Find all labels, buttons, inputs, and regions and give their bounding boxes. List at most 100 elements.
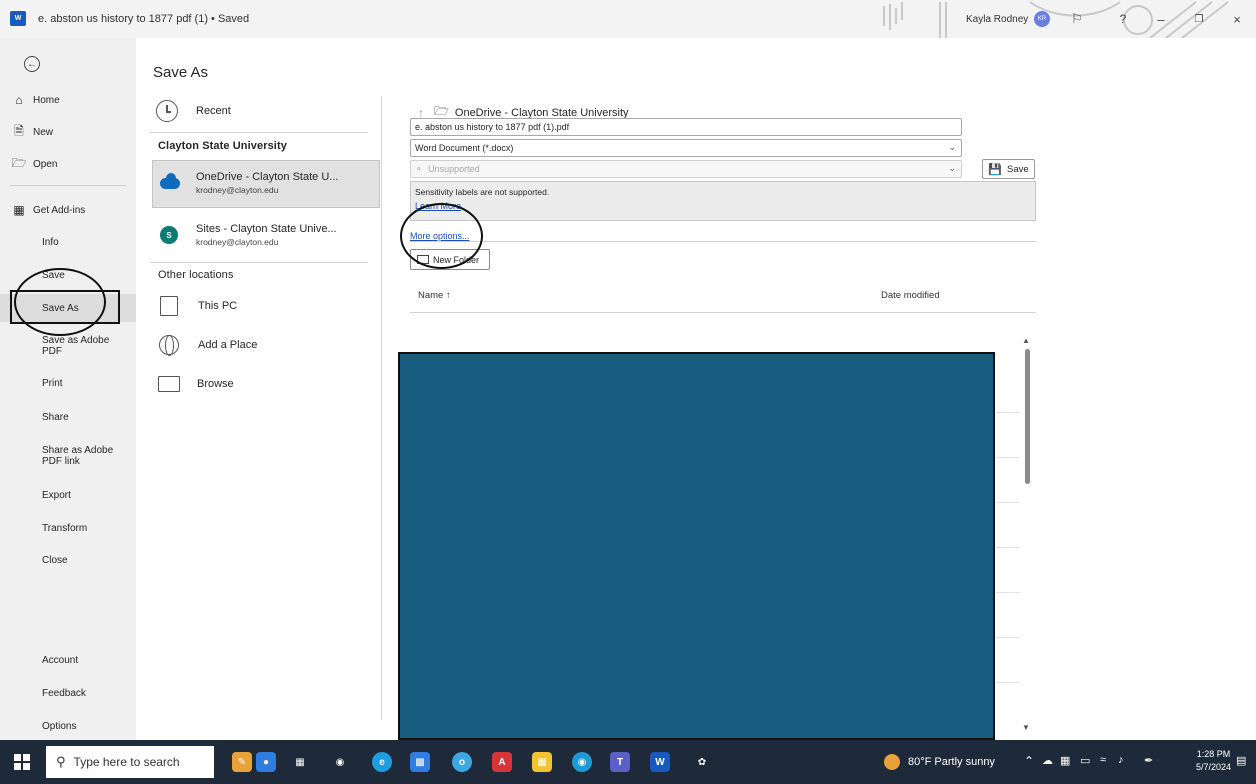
windows-start-icon[interactable] [14, 754, 30, 770]
filetype-select[interactable]: Word Document (*.docx) ⌄ [410, 139, 962, 157]
nav-info[interactable]: Info [0, 228, 136, 256]
pinned-app-icon[interactable]: ✎ [232, 752, 252, 772]
nav-info-label: Info [42, 236, 59, 248]
sensitivity-message: Sensitivity labels are not supported. [415, 187, 550, 197]
add-ins-icon: ▦ [13, 203, 25, 217]
onedrive-cloud-icon [160, 172, 180, 189]
nav-export[interactable]: Export [0, 481, 136, 509]
pinned-app-icon[interactable]: ✿ [692, 752, 712, 772]
weather-text[interactable]: 80°F Partly sunny [908, 756, 995, 768]
notifications-icon[interactable]: ▤ [1236, 754, 1246, 767]
nav-options[interactable]: Options [0, 712, 136, 740]
chrome-icon[interactable]: ◉ [572, 752, 592, 772]
header-divider [410, 312, 1036, 313]
nav-open[interactable]: 🗁 Open [0, 150, 136, 178]
restore-icon[interactable]: ❐ [1190, 10, 1208, 28]
word-logo-icon: W [10, 11, 26, 26]
open-folder-icon: 🗁 [11, 155, 27, 170]
browse-label: Browse [197, 378, 234, 390]
breadcrumb-path[interactable]: OneDrive - Clayton State University [455, 107, 629, 119]
onedrive-tray-icon[interactable]: ☁ [1042, 754, 1053, 767]
wifi-icon[interactable]: ≈ [1100, 754, 1106, 766]
this-pc-label: This PC [198, 300, 238, 312]
save-button[interactable]: 💾 Save [982, 159, 1035, 179]
list-row-line [996, 547, 1020, 548]
column-header-date[interactable]: Date modified [881, 290, 940, 301]
back-arrow-icon[interactable]: ← [24, 56, 40, 72]
other-locations-title: Other locations [158, 269, 234, 281]
pen-icon[interactable]: ✒ [1144, 754, 1153, 767]
nav-home-label: Home [33, 94, 60, 106]
nav-feedback[interactable]: Feedback [0, 679, 136, 707]
cortana-icon[interactable]: ◉ [330, 752, 350, 772]
new-doc-icon: 🗎 [14, 123, 24, 138]
location-browse[interactable]: Browse [158, 376, 234, 392]
edge-icon[interactable]: e [372, 752, 392, 772]
list-row-line [996, 502, 1020, 503]
org-section-title: Clayton State University [158, 140, 287, 152]
volume-icon[interactable]: ♪ [1118, 754, 1124, 766]
battery-icon[interactable]: ▭ [1080, 754, 1090, 767]
clock-date: 5/7/2024 [1196, 762, 1232, 772]
nav-save-as-adobe-pdf[interactable]: Save as Adobe PDF [0, 331, 136, 361]
taskbar-clock[interactable]: 1:28 PM 5/7/2024 [1196, 748, 1231, 774]
nav-print[interactable]: Print [0, 369, 136, 397]
nav-feedback-label: Feedback [42, 687, 86, 699]
acrobat-icon[interactable]: A [492, 752, 512, 772]
weather-icon[interactable] [884, 754, 900, 770]
clock-time: 1:28 PM [1196, 749, 1231, 759]
nav-divider [10, 185, 126, 186]
nav-get-add-ins[interactable]: ▦ Get Add-ins [0, 196, 136, 224]
location-onedrive-content[interactable]: OneDrive - Clayton State U... krodney@cl… [160, 171, 338, 195]
globe-icon [159, 335, 179, 356]
nav-new[interactable]: 🗎 New [0, 118, 136, 146]
nav-export-label: Export [42, 489, 71, 501]
sensitivity-message-box: Sensitivity labels are not supported. Le… [410, 181, 1036, 221]
avatar[interactable]: KR [1034, 11, 1050, 27]
file-explorer-icon[interactable]: ▦ [532, 752, 552, 772]
nav-transform[interactable]: Transform [0, 514, 136, 542]
save-as-pane: Save As Recent Clayton State University … [136, 38, 1256, 740]
sharepoint-icon: S [160, 226, 178, 244]
nav-account[interactable]: Account [0, 646, 136, 674]
tray-app-icon[interactable]: ▦ [1060, 754, 1070, 767]
sensitivity-value: Unsupported [428, 164, 480, 174]
scrollbar-thumb[interactable] [1025, 349, 1030, 484]
title-bar: W e. abston us history to 1877 pdf (1) •… [0, 0, 1256, 38]
scroll-up-arrow-icon[interactable]: ▲ [1022, 336, 1030, 345]
add-place-label: Add a Place [198, 339, 258, 351]
onedrive-title: OneDrive - Clayton State U... [196, 171, 339, 183]
help-icon[interactable]: ? [1114, 10, 1132, 28]
minimize-icon[interactable]: – [1152, 10, 1170, 28]
scroll-down-arrow-icon[interactable]: ▼ [1022, 723, 1030, 732]
location-sites[interactable]: S Sites - Clayton State Unive... krodney… [160, 223, 337, 247]
nav-share[interactable]: Share [0, 403, 136, 431]
nav-open-label: Open [33, 158, 58, 170]
filename-input[interactable]: e. abston us history to 1877 pdf (1).pdf [410, 118, 962, 136]
location-recent[interactable]: Recent [156, 100, 231, 122]
taskbar: ⚲ Type here to search ✎ ● ▦ ◉ e ▩ o A ▦ … [0, 740, 1256, 784]
teams-icon[interactable]: T [610, 752, 630, 772]
sensitivity-icon: ⚬ [415, 164, 423, 174]
taskbar-search[interactable]: ⚲ Type here to search [46, 746, 214, 778]
pinned-app-icon[interactable]: ● [256, 752, 276, 772]
column-header-name[interactable]: Name ↑ [418, 290, 451, 301]
close-icon[interactable]: × [1228, 10, 1246, 28]
list-row-line [996, 637, 1020, 638]
location-this-pc[interactable]: This PC [160, 296, 237, 316]
tray-chevron-up-icon[interactable]: ⌃ [1024, 754, 1034, 768]
home-icon: ⌂ [15, 93, 23, 107]
store-icon[interactable]: ▩ [410, 752, 430, 772]
word-taskbar-icon[interactable]: W [650, 752, 670, 772]
outlook-icon[interactable]: o [452, 752, 472, 772]
nav-close[interactable]: Close [0, 546, 136, 574]
task-view-icon[interactable]: ▦ [290, 752, 310, 772]
feedback-icon[interactable]: ⚐ [1068, 10, 1086, 28]
search-icon: ⚲ [56, 754, 66, 769]
nav-home[interactable]: ⌂ Home [0, 86, 136, 114]
location-add-place[interactable]: Add a Place [159, 335, 258, 356]
section-divider [150, 132, 368, 133]
redacted-file-list [398, 352, 995, 740]
user-name[interactable]: Kayla Rodney [966, 14, 1028, 25]
nav-share-adobe-pdf-link[interactable]: Share as Adobe PDF link [0, 441, 136, 471]
